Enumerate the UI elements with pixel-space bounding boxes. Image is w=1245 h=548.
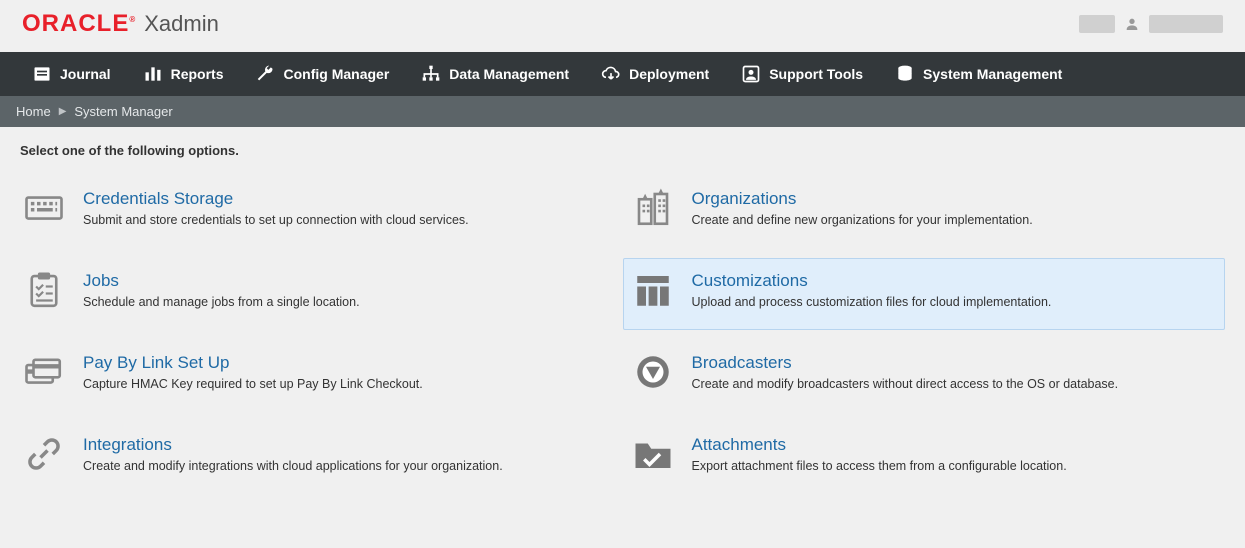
content: Select one of the following options. Cre…: [0, 127, 1245, 510]
option-body: Jobs Schedule and manage jobs from a sin…: [83, 269, 360, 309]
breadcrumb-current[interactable]: System Manager: [74, 104, 172, 119]
option-jobs[interactable]: Jobs Schedule and manage jobs from a sin…: [20, 258, 623, 330]
support-person-icon: [741, 64, 761, 84]
option-organizations[interactable]: Organizations Create and define new orga…: [623, 176, 1226, 248]
nav-config-manager[interactable]: Config Manager: [239, 52, 405, 96]
nav-label: Deployment: [629, 66, 709, 82]
breadcrumb: Home ▶ System Manager: [0, 96, 1245, 127]
nav-reports[interactable]: Reports: [127, 52, 240, 96]
page-title: Select one of the following options.: [20, 143, 1225, 158]
option-desc: Export attachment files to access them f…: [692, 459, 1067, 473]
option-desc: Capture HMAC Key required to set up Pay …: [83, 377, 423, 391]
keyboard-icon: [23, 187, 65, 229]
buildings-icon: [632, 187, 674, 229]
header-right: [1079, 15, 1223, 33]
option-body: Attachments Export attachment files to a…: [692, 433, 1067, 473]
nav-support-tools[interactable]: Support Tools: [725, 52, 879, 96]
options-grid: Credentials Storage Submit and store cre…: [20, 176, 1225, 494]
option-title: Customizations: [692, 271, 1052, 291]
breadcrumb-home[interactable]: Home: [16, 104, 51, 119]
nav-label: Data Management: [449, 66, 569, 82]
brand-logo-text: ORACLE: [22, 10, 129, 37]
user-icon[interactable]: [1123, 15, 1141, 33]
option-desc: Create and modify broadcasters without d…: [692, 377, 1119, 391]
option-credentials-storage[interactable]: Credentials Storage Submit and store cre…: [20, 176, 623, 248]
credit-cards-icon: [23, 351, 65, 393]
wrench-icon: [255, 64, 275, 84]
nav-data-management[interactable]: Data Management: [405, 52, 585, 96]
nav-label: Journal: [60, 66, 111, 82]
option-body: Pay By Link Set Up Capture HMAC Key requ…: [83, 351, 423, 391]
columns-icon: [632, 269, 674, 311]
option-attachments[interactable]: Attachments Export attachment files to a…: [623, 422, 1226, 494]
chevron-right-icon: ▶: [59, 106, 67, 117]
option-customizations[interactable]: Customizations Upload and process custom…: [623, 258, 1226, 330]
option-title: Broadcasters: [692, 353, 1119, 373]
option-integrations[interactable]: Integrations Create and modify integrati…: [20, 422, 623, 494]
nav-label: Reports: [171, 66, 224, 82]
option-title: Integrations: [83, 435, 503, 455]
link-icon: [23, 433, 65, 475]
brand-logo-tm: ®: [129, 15, 136, 24]
brand-logo: ORACLE®: [22, 10, 136, 38]
option-desc: Create and define new organizations for …: [692, 213, 1033, 227]
main-nav: Journal Reports Config Manager Data Mana…: [0, 52, 1245, 96]
bar-chart-icon: [143, 64, 163, 84]
header-placeholder-b[interactable]: [1149, 15, 1223, 33]
option-body: Integrations Create and modify integrati…: [83, 433, 503, 473]
option-pay-by-link[interactable]: Pay By Link Set Up Capture HMAC Key requ…: [20, 340, 623, 412]
hierarchy-icon: [421, 64, 441, 84]
option-title: Credentials Storage: [83, 189, 469, 209]
journal-icon: [32, 64, 52, 84]
nav-label: Config Manager: [283, 66, 389, 82]
option-desc: Submit and store credentials to set up c…: [83, 213, 469, 227]
option-title: Jobs: [83, 271, 360, 291]
option-desc: Upload and process customization files f…: [692, 295, 1052, 309]
option-body: Credentials Storage Submit and store cre…: [83, 187, 469, 227]
option-body: Organizations Create and define new orga…: [692, 187, 1033, 227]
option-desc: Create and modify integrations with clou…: [83, 459, 503, 473]
folder-check-icon: [632, 433, 674, 475]
nav-label: System Management: [923, 66, 1062, 82]
option-body: Broadcasters Create and modify broadcast…: [692, 351, 1119, 391]
brand: ORACLE® Xadmin: [22, 10, 219, 38]
nav-journal[interactable]: Journal: [16, 52, 127, 96]
clipboard-check-icon: [23, 269, 65, 311]
option-broadcasters[interactable]: Broadcasters Create and modify broadcast…: [623, 340, 1226, 412]
option-title: Attachments: [692, 435, 1067, 455]
brand-subtitle: Xadmin: [144, 11, 219, 37]
cloud-download-icon: [601, 64, 621, 84]
option-body: Customizations Upload and process custom…: [692, 269, 1052, 309]
header-placeholder-a[interactable]: [1079, 15, 1115, 33]
nav-label: Support Tools: [769, 66, 863, 82]
database-icon: [895, 64, 915, 84]
header: ORACLE® Xadmin: [0, 0, 1245, 52]
option-title: Pay By Link Set Up: [83, 353, 423, 373]
option-desc: Schedule and manage jobs from a single l…: [83, 295, 360, 309]
triangle-down-circle-icon: [632, 351, 674, 393]
option-title: Organizations: [692, 189, 1033, 209]
nav-system-management[interactable]: System Management: [879, 52, 1078, 96]
nav-deployment[interactable]: Deployment: [585, 52, 725, 96]
